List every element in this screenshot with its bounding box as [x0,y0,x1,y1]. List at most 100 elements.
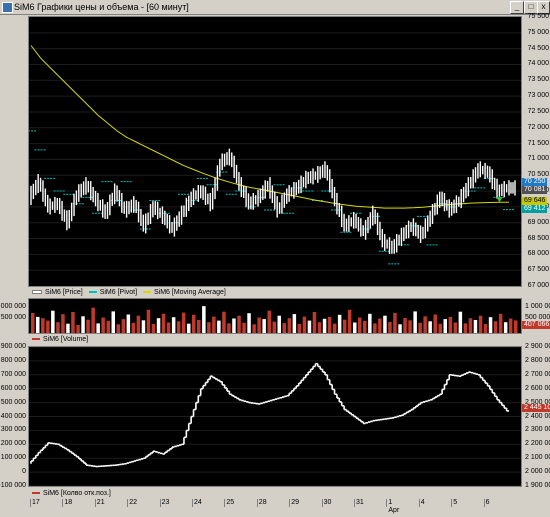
volume-bar [282,323,286,333]
legend-pivot: SiM6 [Pivot] [99,289,138,296]
day-label: 4 [420,499,425,506]
volume-bar [438,323,442,333]
day-label: 28 [258,499,267,506]
oi-chart [29,346,521,487]
volume-bar [287,318,292,333]
volume-bar [56,322,60,333]
volume-bar [332,323,337,333]
volume-bar [232,318,236,333]
day-tick [451,499,453,507]
day-label: 25 [226,499,235,506]
day-label: 23 [161,499,170,506]
day-tick [256,499,258,507]
day-tick [354,499,355,507]
volume-bar [327,316,332,333]
volume-left-label: 1 000 000 [0,303,26,310]
volume-bar [156,318,161,333]
volume-bar [408,320,412,333]
volume-bar [126,314,131,333]
volume-bar [277,315,281,333]
day-tick [127,499,129,507]
oi-pane[interactable] [28,346,522,487]
volume-right-label: 500 000 [525,314,550,321]
oi-legend: SiM6 [Колво отк.поз.] [28,489,111,498]
volume-bar [197,320,201,333]
oi-badge: 2 445 108 [522,404,550,412]
volume-bar [508,318,513,333]
oi-left-label: 200 000 [0,440,26,448]
oi-right-label: 2 300 000 [525,426,550,434]
volume-bar [176,321,181,333]
day-tick [192,499,193,507]
volume-bar [257,317,261,333]
volume-bar [337,314,342,333]
legend-ma: SiM6 [Moving Average] [154,289,226,296]
volume-bar [423,316,427,333]
volume-bar [187,323,191,333]
minimize-button[interactable]: _ [510,1,524,14]
oi-left-axis: 900 000 800 000 700 000 600 000 500 000 400 0… [0,343,27,489]
volume-bar [71,312,75,333]
time-axis[interactable]: 17 18 21 22 23 24 25 28 29 30 31 1 4 5 6 Apr [28,499,522,517]
price-axis-label: 68 500 [527,234,549,242]
month-label: Apr [388,507,400,514]
volume-bar [76,325,80,333]
price-axis-label: 74 000 [527,60,549,68]
last-price-marker [496,197,503,203]
volume-bar [478,315,483,333]
volume-bar [202,306,206,333]
legend-volume: SiM6 [Volume] [43,336,89,343]
volume-bar [272,321,276,333]
app-icon [2,2,13,13]
oi-right-label: 1 900 000 [525,482,550,489]
legend-oi: SiM6 [Колво отк.поз.] [43,490,111,497]
volume-bar [383,315,387,333]
day-tick [62,499,64,507]
oi-right-label: 2 200 000 [525,440,550,448]
volume-bar [458,311,463,333]
price-axis-label: 69 000 [527,218,549,226]
oi-left-label: 100 000 [0,454,26,462]
volume-bar [368,313,372,333]
volume-pane[interactable] [28,298,522,334]
volume-bar [373,323,377,333]
day-tick [94,499,96,507]
volume-bar [161,313,166,333]
price-badge: 70 081 [522,186,548,195]
volume-bar [237,315,241,333]
legend-swatch-price [32,290,42,295]
day-tick [483,499,485,507]
volume-bar [111,311,115,333]
day-label: 17 [32,499,40,506]
price-badge: 70 250 [522,178,548,187]
volume-bar [347,309,352,333]
day-tick [418,499,420,507]
volume-bar [101,317,105,333]
volume-left-axis: 1 000 000 500 000 [0,298,27,334]
price-pane[interactable] [25,16,522,287]
volume-bar [342,319,347,333]
day-label: 18 [64,499,73,506]
volume-bar [51,310,55,333]
day-tick [289,499,291,507]
day-tick [159,499,161,507]
price-chart [25,32,521,271]
volume-chart [31,306,518,333]
price-axis-label: 75 000 [527,28,549,36]
day-tick [224,499,226,507]
volume-bar [106,320,110,333]
volume-bar [443,319,447,333]
volume-bar [463,323,468,333]
volume-bar [388,321,392,333]
volume-bar [171,317,176,333]
volume-bar [428,321,432,333]
volume-bar [242,322,246,333]
volume-left-label: 500 000 [0,314,26,321]
volume-bar [363,320,367,333]
oi-left-label: 0 [22,468,26,476]
oi-right-axis: 2 900 0002 800 0002 700 0002 600 0002 50… [524,343,550,489]
oi-series [30,362,509,468]
volume-bar [453,322,458,333]
volume-bar [181,312,186,333]
oi-right-label: 2 100 000 [525,454,550,462]
